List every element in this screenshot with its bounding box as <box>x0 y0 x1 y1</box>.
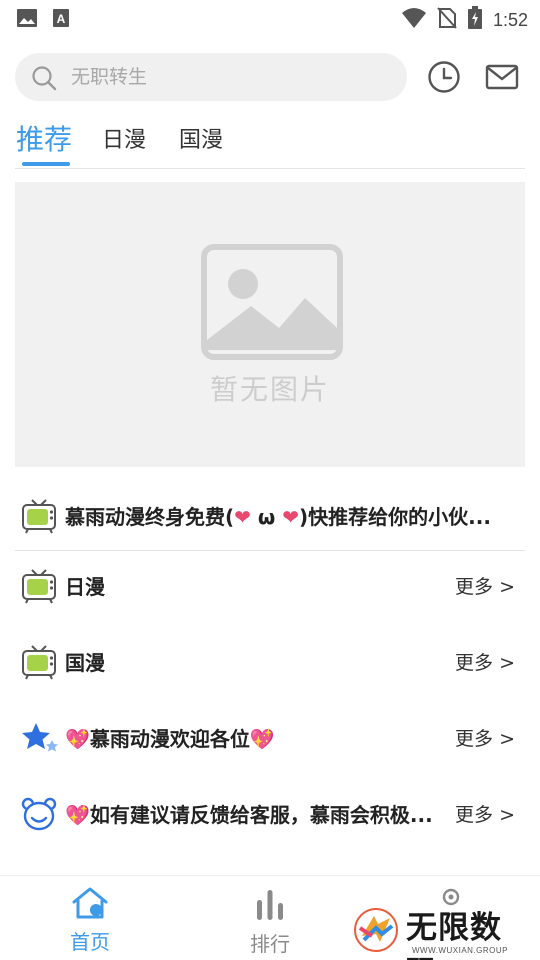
tab-japanese-anime[interactable]: 日漫 <box>102 122 146 154</box>
nav-ranking[interactable]: 排行 <box>225 886 315 957</box>
more-link[interactable]: 更多 > <box>455 800 515 827</box>
heart-icon: ❤ <box>282 505 299 529</box>
nav-label: 排行 <box>250 932 290 956</box>
section-title: 💖慕雨动漫欢迎各位💖 <box>65 727 275 751</box>
notice-row[interactable]: 慕雨动漫终身免费(❤ ω ❤)快推荐给你的小伙... <box>15 486 525 546</box>
active-tab-indicator <box>22 162 70 166</box>
image-icon <box>16 8 38 32</box>
section-row-chinese[interactable]: 国漫 更多 > <box>15 632 525 692</box>
section-row-welcome[interactable]: 💖慕雨动漫欢迎各位💖 更多 > <box>15 708 525 768</box>
nav-home[interactable]: 首页 <box>45 886 135 955</box>
category-tabs: 推荐 日漫 国漫 <box>0 118 540 170</box>
section-title: 国漫 <box>65 651 105 675</box>
search-icon <box>31 65 57 95</box>
section-row-japanese[interactable]: 日漫 更多 > <box>15 556 525 616</box>
watermark-subtext: WWW.WUXIAN.GROUP <box>412 946 508 955</box>
heart-icon: ❤ <box>234 505 251 529</box>
watermark: 无限数码 WWW.WUXIAN.GROUP <box>352 900 532 960</box>
watermark-logo-icon <box>352 906 400 958</box>
section-row-feedback[interactable]: 💖如有建议请反馈给客服，慕雨会积极... 更多 > <box>15 784 525 844</box>
mail-icon[interactable] <box>485 60 519 94</box>
no-sim-icon <box>437 7 457 33</box>
section-title: 💖如有建议请反馈给客服，慕雨会积极... <box>65 803 433 827</box>
tab-chinese-anime[interactable]: 国漫 <box>179 122 223 154</box>
divider <box>15 168 525 169</box>
ranking-bars-icon <box>252 890 288 926</box>
tv-icon <box>21 644 57 680</box>
tv-icon <box>21 568 57 604</box>
tab-recommend[interactable]: 推荐 <box>16 118 72 158</box>
search-bar[interactable] <box>15 53 407 101</box>
tv-icon <box>21 498 57 534</box>
banner-carousel[interactable]: 暂无图片 <box>15 182 525 467</box>
notice-text-part: )快推荐给你的小伙... <box>298 505 491 529</box>
section-title: 日漫 <box>65 575 105 599</box>
battery-charging-icon <box>467 6 483 34</box>
svg-text:A: A <box>57 12 66 26</box>
no-image-text: 暂无图片 <box>209 373 330 406</box>
more-link[interactable]: 更多 > <box>455 724 515 751</box>
nav-label: 首页 <box>70 930 110 954</box>
image-placeholder-icon <box>201 244 343 364</box>
history-clock-icon[interactable] <box>427 60 461 94</box>
notice-text: 慕雨动漫终身免费(❤ ω ❤)快推荐给你的小伙... <box>65 501 515 530</box>
divider <box>15 550 525 551</box>
more-link[interactable]: 更多 > <box>455 572 515 599</box>
home-icon <box>70 887 110 924</box>
app-screen: A 1:52 推荐 日漫 国漫 <box>0 0 540 960</box>
more-link[interactable]: 更多 > <box>455 648 515 675</box>
status-bar: A 1:52 <box>0 0 540 36</box>
star-icon <box>21 720 58 756</box>
wifi-icon <box>401 7 427 33</box>
bear-icon <box>21 796 57 832</box>
notice-text-part: ω <box>250 505 283 529</box>
font-a-icon: A <box>52 8 70 32</box>
notice-text-part: 慕雨动漫终身免费( <box>65 505 235 529</box>
clock-time: 1:52 <box>492 9 528 30</box>
search-input[interactable] <box>71 53 391 101</box>
